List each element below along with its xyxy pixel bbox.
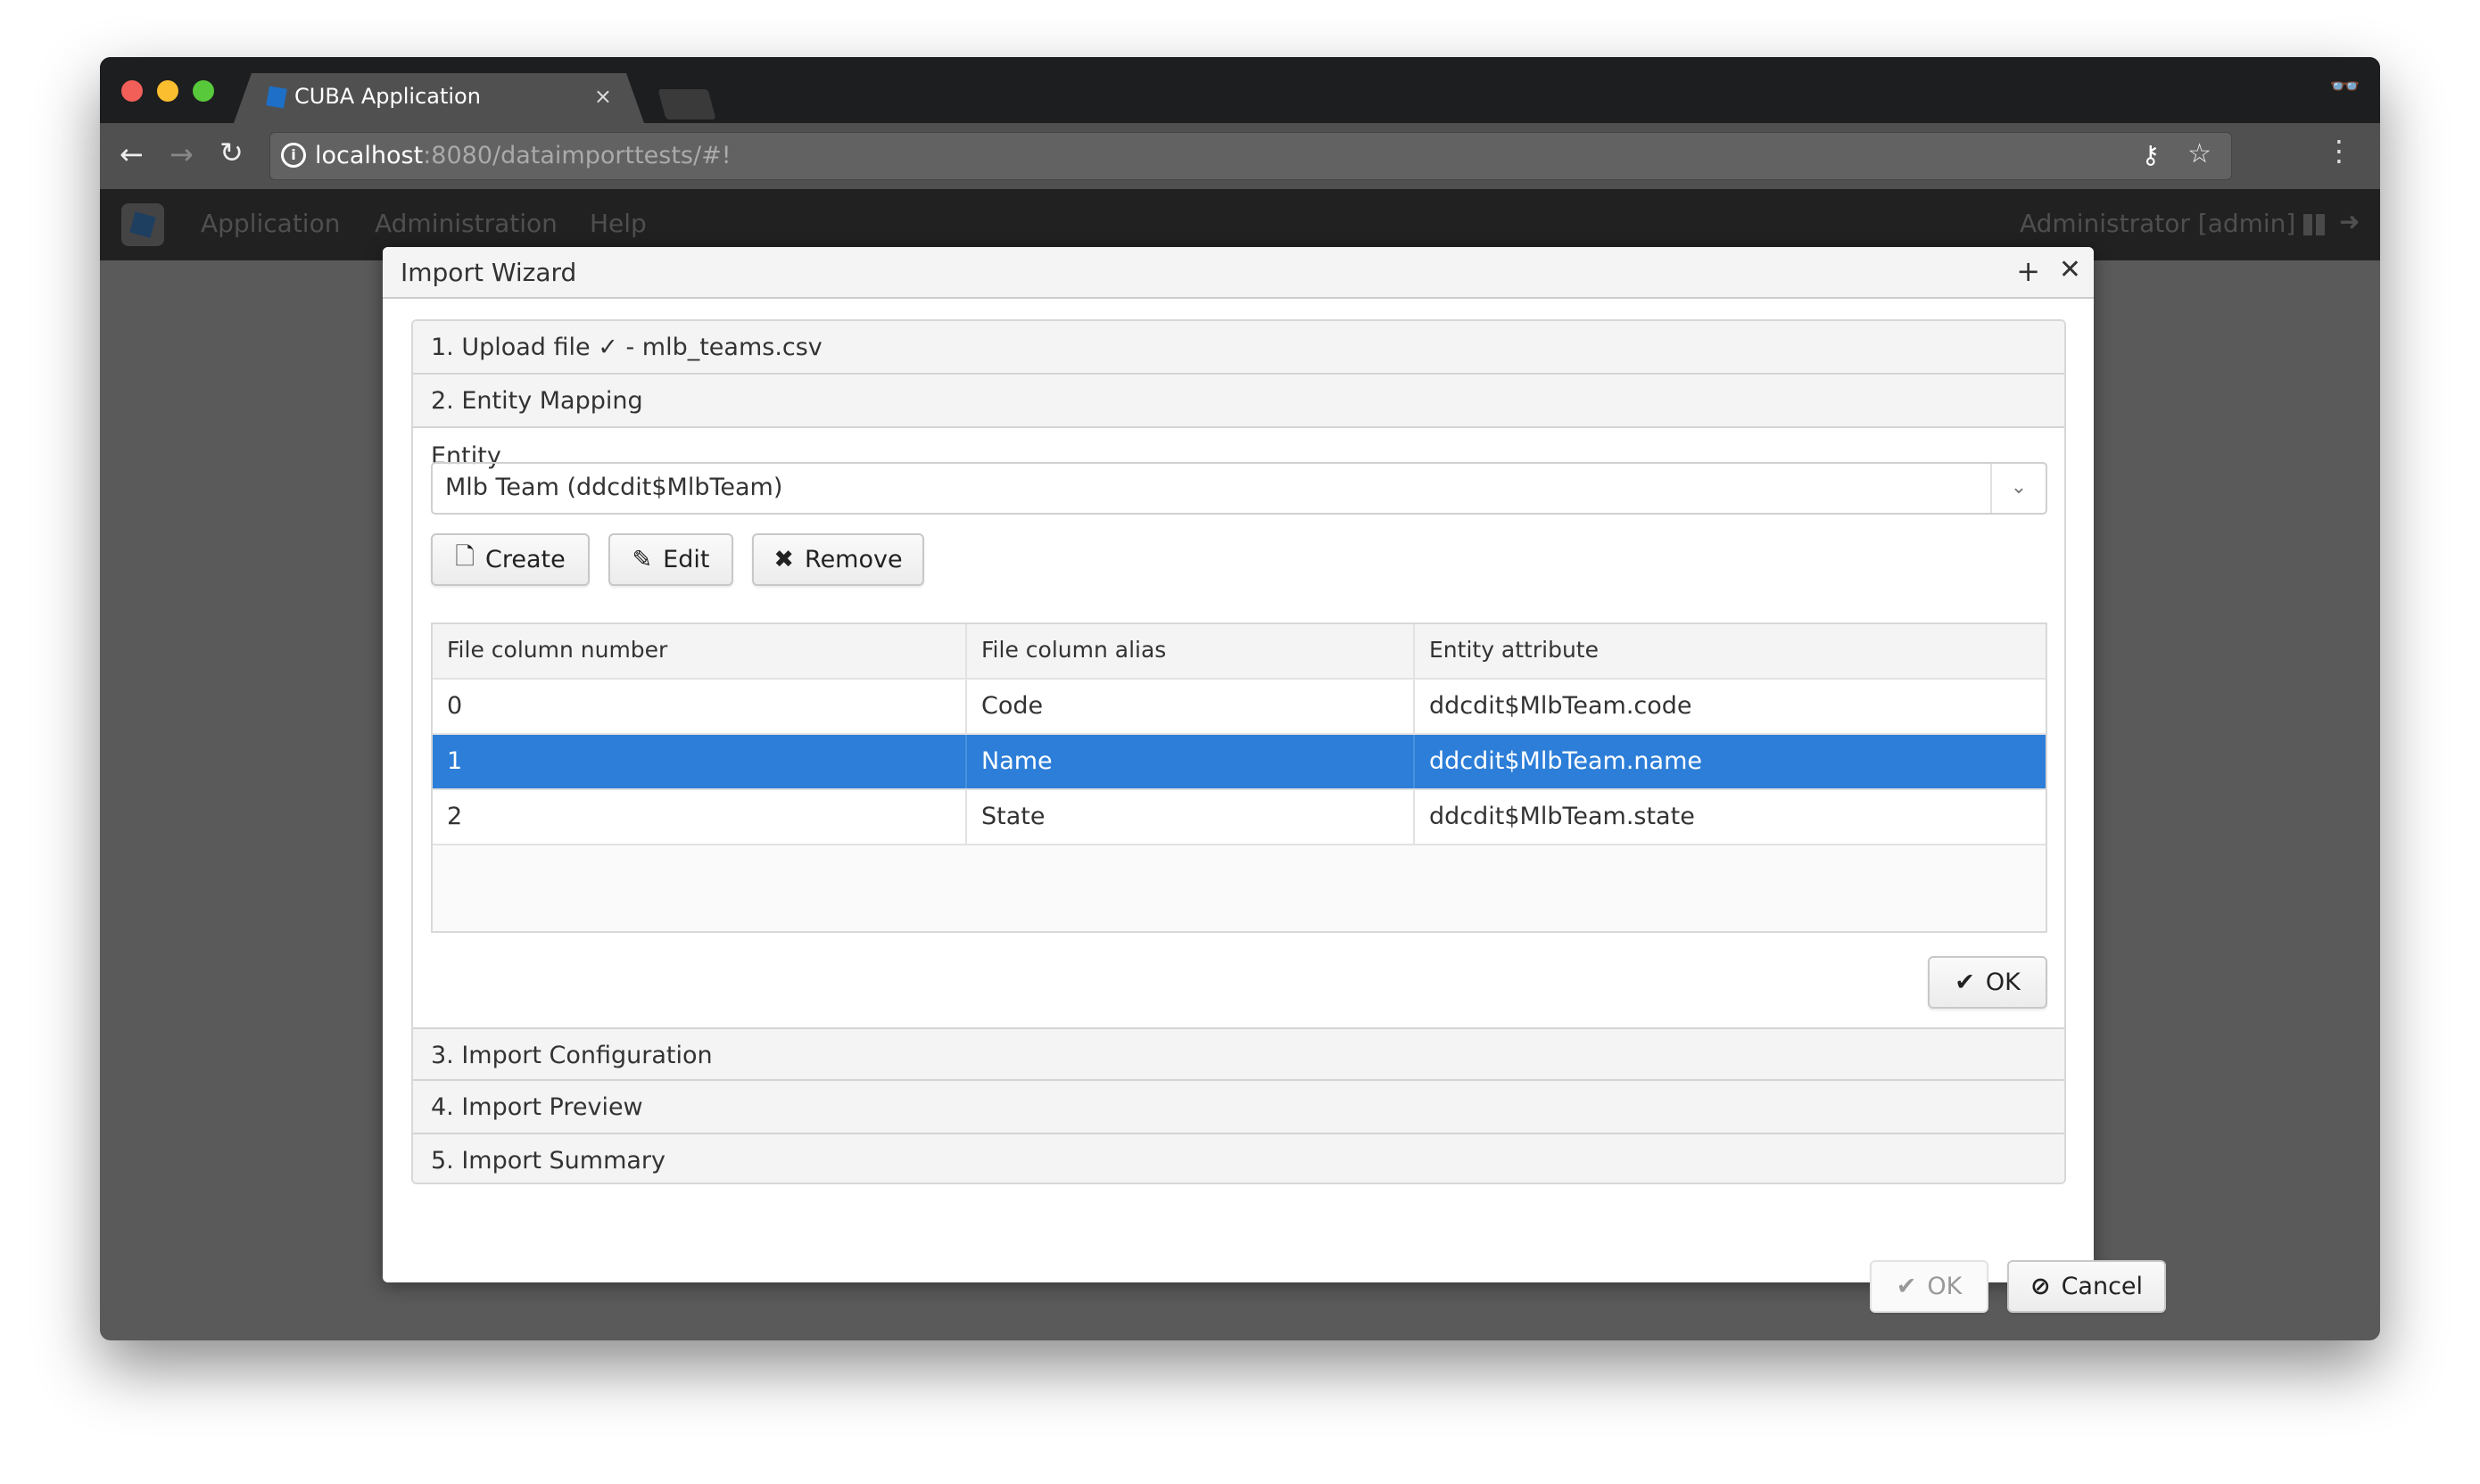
close-window-button[interactable] <box>121 80 143 102</box>
check-icon: ✔ <box>1896 1273 1917 1300</box>
cell-attribute: ddcdit$MlbTeam.code <box>1429 692 1692 720</box>
reload-icon[interactable]: ↻ <box>219 136 244 169</box>
menu-kebab-icon[interactable]: ⋮ <box>2325 134 2353 168</box>
entity-select[interactable]: Mlb Team (ddcdit$MlbTeam) ⌄ <box>431 462 2047 515</box>
tab-title: CUBA Application <box>294 84 481 109</box>
cell-number: 1 <box>433 735 967 788</box>
key-icon[interactable]: ⚷ <box>2141 140 2160 169</box>
dialog-title: Import Wizard <box>401 258 577 287</box>
column-header-alias[interactable]: File column alias <box>967 624 1415 678</box>
column-header-number[interactable]: File column number <box>433 624 967 678</box>
table-row[interactable]: 0 Code ddcdit$MlbTeam.code <box>433 680 2046 735</box>
cell-number: 0 <box>433 680 967 733</box>
file-icon: 🗋 <box>455 542 475 571</box>
create-label: Create <box>485 546 566 573</box>
cell-attribute: ddcdit$MlbTeam.state <box>1429 803 1695 830</box>
star-icon[interactable]: ☆ <box>2187 138 2211 169</box>
table-empty-area <box>433 845 2046 931</box>
chevron-down-icon[interactable]: ⌄ <box>1990 464 2046 513</box>
browser-window: CUBA Application × 👓 ← → ↻ i localhost:8… <box>100 57 2380 1340</box>
url-text: localhost:8080/dataimporttests/#! <box>315 142 732 169</box>
back-icon[interactable]: ← <box>120 137 144 171</box>
import-wizard-dialog: Import Wizard + ✕ 1. Upload file ✓ - mlb… <box>383 247 2166 1313</box>
wizard-accordion: 1. Upload file ✓ - mlb_teams.csv 2. Enti… <box>411 319 2066 1184</box>
maximize-window-button[interactable] <box>193 80 214 102</box>
mapping-ok-button[interactable]: ✔ OK <box>1928 956 2047 1009</box>
edit-label: Edit <box>663 546 710 573</box>
cuba-favicon-icon <box>266 86 287 108</box>
step-import-preview[interactable]: 4. Import Preview <box>413 1081 2064 1134</box>
edit-button[interactable]: ✎ Edit <box>608 533 733 586</box>
table-row[interactable]: 2 State ddcdit$MlbTeam.state <box>433 790 2046 845</box>
dialog-header: Import Wizard + ✕ <box>383 247 2094 299</box>
cancel-label: Cancel <box>2061 1273 2144 1300</box>
maximize-icon[interactable]: + <box>2016 254 2040 288</box>
cancel-button[interactable]: ⊘ Cancel <box>2007 1260 2166 1313</box>
pencil-icon: ✎ <box>632 546 653 573</box>
address-toolbar: ← → ↻ i localhost:8080/dataimporttests/#… <box>100 123 2380 189</box>
close-dialog-icon[interactable]: ✕ <box>2059 254 2081 285</box>
entity-select-value: Mlb Team (ddcdit$MlbTeam) <box>445 474 783 501</box>
tab-bar: CUBA Application × 👓 <box>100 57 2380 123</box>
footer-ok-label: OK <box>1927 1273 1963 1300</box>
remove-x-icon: ✖ <box>773 546 795 573</box>
column-header-attribute[interactable]: Entity attribute <box>1415 624 2049 678</box>
new-tab-button[interactable] <box>657 89 716 120</box>
cell-alias: State <box>967 790 1415 844</box>
incognito-icon: 👓 <box>2329 71 2360 101</box>
minimize-window-button[interactable] <box>157 80 178 102</box>
logout-icon[interactable]: ➜ <box>2339 207 2360 236</box>
url-path: :8080/dataimporttests/#! <box>423 142 732 169</box>
step-entity-mapping[interactable]: 2. Entity Mapping <box>413 375 2064 428</box>
address-bar[interactable]: i localhost:8080/dataimporttests/#! ⚷ ☆ <box>269 132 2232 180</box>
footer-ok-button[interactable]: ✔ OK <box>1870 1260 1988 1313</box>
create-button[interactable]: 🗋 Create <box>431 533 590 586</box>
apps-grid-icon[interactable] <box>2303 214 2325 235</box>
step-upload-file[interactable]: 1. Upload file ✓ - mlb_teams.csv <box>413 321 2064 375</box>
user-label: Administrator [admin] <box>2020 209 2296 238</box>
info-icon[interactable]: i <box>281 143 306 168</box>
ban-icon: ⊘ <box>2029 1273 2051 1300</box>
entity-mapping-panel: Entity Mlb Team (ddcdit$MlbTeam) ⌄ 🗋 Crea… <box>413 428 2064 1027</box>
menu-application[interactable]: Application <box>201 209 340 238</box>
close-tab-icon[interactable]: × <box>594 84 612 109</box>
cell-alias: Name <box>967 735 1415 788</box>
cell-alias: Code <box>967 680 1415 733</box>
remove-button[interactable]: ✖ Remove <box>752 533 924 586</box>
cell-number: 2 <box>433 790 967 844</box>
table-header: File column number File column alias Ent… <box>433 624 2046 680</box>
menu-administration[interactable]: Administration <box>375 209 558 238</box>
mapping-table: File column number File column alias Ent… <box>431 622 2047 933</box>
forward-icon[interactable]: → <box>169 137 194 171</box>
check-icon: ✔ <box>1955 969 1975 996</box>
step-import-summary[interactable]: 5. Import Summary <box>413 1134 2064 1183</box>
cell-attribute: ddcdit$MlbTeam.name <box>1429 747 1702 775</box>
url-host: localhost <box>315 142 424 169</box>
table-row-selected[interactable]: 1 Name ddcdit$MlbTeam.name <box>433 735 2046 790</box>
menu-help[interactable]: Help <box>590 209 647 238</box>
ok-label: OK <box>1985 969 2021 996</box>
step-import-configuration[interactable]: 3. Import Configuration <box>413 1027 2064 1081</box>
cuba-logo-icon <box>121 203 164 246</box>
browser-tab[interactable]: CUBA Application × <box>234 73 644 123</box>
remove-label: Remove <box>805 546 903 573</box>
